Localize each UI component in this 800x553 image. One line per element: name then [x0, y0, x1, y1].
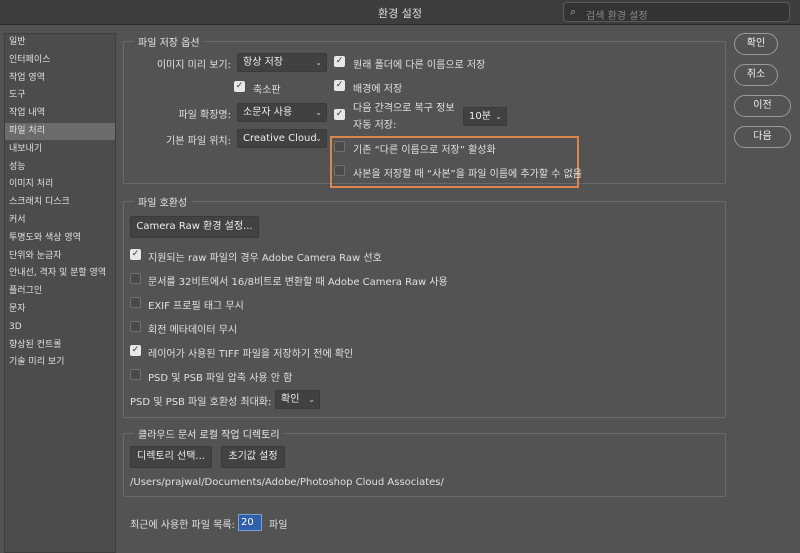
chevron-down-icon: ⌄	[308, 395, 315, 404]
extension-label: 파일 확장명:	[178, 110, 231, 121]
default-location-select[interactable]: Creative Cloud ⌄	[237, 129, 327, 148]
extension-select[interactable]: 소문자 사용 ⌄	[237, 103, 327, 122]
search-placeholder: 검색 환경 설정	[586, 11, 648, 22]
recent-files-label: 최근에 사용한 파일 목록:	[130, 520, 235, 531]
thumbnail-label: 축소판	[253, 85, 281, 96]
compat-option-checkbox[interactable]	[130, 369, 141, 380]
compat-option-checkbox[interactable]	[130, 321, 141, 332]
chevron-down-icon: ⌄	[315, 108, 322, 117]
sidebar-item[interactable]: 내보내기	[5, 141, 115, 158]
sidebar-item[interactable]: 커서	[5, 212, 115, 229]
camera-raw-settings-button[interactable]: Camera Raw 환경 설정...	[130, 216, 259, 238]
previous-button[interactable]: 이전	[734, 95, 791, 117]
maximize-compat-label: PSD 및 PSB 파일 호환성 최대화:	[130, 397, 272, 408]
sidebar-item[interactable]: 성능	[5, 159, 115, 176]
cancel-button[interactable]: 취소	[734, 64, 778, 86]
default-location-label: 기본 파일 위치:	[166, 136, 231, 147]
compat-option-checkbox[interactable]	[130, 297, 141, 308]
autosave-label-line2: 자동 저장:	[353, 120, 397, 131]
sidebar-item[interactable]: 플러그인	[5, 283, 115, 300]
sidebar-item[interactable]: 인터페이스	[5, 52, 115, 69]
legacy-save-as-label: 기존 “다른 이름으로 저장” 활성화	[353, 145, 496, 156]
chevron-down-icon: ⌄	[495, 112, 502, 121]
save-options-legend: 파일 저장 옵션	[134, 34, 204, 49]
compat-option-label: 회전 메타데이터 무시	[148, 325, 238, 336]
choose-directory-button[interactable]: 디렉토리 선택...	[130, 446, 212, 468]
compatibility-legend: 파일 호환성	[134, 194, 192, 209]
maximize-compat-value: 확인	[281, 394, 300, 405]
save-background-label: 배경에 저장	[353, 84, 403, 95]
autosave-label-line1: 다음 간격으로 복구 정보	[353, 103, 455, 114]
ok-button[interactable]: 확인	[734, 33, 778, 55]
thumbnail-checkbox[interactable]: ✓	[234, 81, 245, 92]
sidebar-item[interactable]: 파일 처리	[5, 123, 115, 140]
save-as-original-checkbox[interactable]: ✓	[334, 56, 345, 67]
recent-files-suffix: 파일	[269, 520, 288, 531]
search-input[interactable]: ⌕ 검색 환경 설정	[563, 2, 790, 22]
image-preview-select[interactable]: 항상 저장 ⌄	[237, 53, 327, 72]
extension-value: 소문자 사용	[243, 107, 293, 118]
sidebar-item[interactable]: 스크래치 디스크	[5, 194, 115, 211]
autosave-interval-value: 10분	[469, 111, 491, 122]
no-copy-suffix-checkbox[interactable]	[334, 165, 345, 176]
cloud-directory-path: /Users/prajwal/Documents/Adobe/Photoshop…	[130, 477, 444, 488]
image-preview-value: 항상 저장	[243, 57, 283, 68]
search-icon: ⌕	[570, 5, 577, 18]
sidebar-item[interactable]: 3D	[5, 319, 115, 336]
sidebar-item[interactable]: 기술 미리 보기	[5, 354, 115, 371]
compat-option-label: EXIF 프로필 태그 무시	[148, 301, 244, 312]
sidebar-item[interactable]: 향상된 컨트롤	[5, 337, 115, 354]
compat-option-label: 레이어가 사용된 TIFF 파일을 저장하기 전에 확인	[148, 349, 354, 360]
legacy-save-as-checkbox[interactable]	[334, 141, 345, 152]
chevron-down-icon: ⌄	[315, 134, 322, 143]
sidebar-item[interactable]: 투명도와 색상 영역	[5, 230, 115, 247]
compat-option-label: 문서를 32비트에서 16/8비트로 변환할 때 Adobe Camera Ra…	[148, 277, 448, 288]
sidebar-item[interactable]: 문자	[5, 301, 115, 318]
compat-option-checkbox[interactable]: ✓	[130, 249, 141, 260]
sidebar-item[interactable]: 도구	[5, 87, 115, 104]
recent-files-input[interactable]: 20	[238, 514, 262, 531]
compat-option-label: 지원되는 raw 파일의 경우 Adobe Camera Raw 선호	[148, 253, 382, 264]
chevron-down-icon: ⌄	[315, 58, 322, 67]
maximize-compat-select[interactable]: 확인 ⌄	[275, 390, 320, 409]
sidebar-item[interactable]: 단위와 눈금자	[5, 248, 115, 265]
sidebar-item[interactable]: 안내선, 격자 및 분할 영역	[5, 265, 115, 282]
sidebar-item[interactable]: 일반	[5, 34, 115, 51]
sidebar: 일반 인터페이스 작업 영역 도구 작업 내역 파일 처리 내보내기 성능 이미지 처리 스크래치…	[4, 33, 116, 553]
sidebar-item[interactable]: 작업 내역	[5, 105, 115, 122]
reset-directory-button[interactable]: 초기값 설정	[221, 446, 285, 468]
save-as-original-label: 원래 폴더에 다른 이름으로 저장	[353, 60, 486, 71]
compat-option-label: PSD 및 PSB 파일 압축 사용 안 함	[148, 373, 293, 384]
compat-option-checkbox[interactable]	[130, 273, 141, 284]
save-background-checkbox[interactable]: ✓	[334, 80, 345, 91]
image-preview-label: 이미지 미리 보기:	[156, 60, 231, 71]
title-bar: 환경 설정 ⌕ 검색 환경 설정	[0, 0, 800, 25]
autosave-checkbox[interactable]: ✓	[334, 109, 345, 120]
sidebar-item[interactable]: 이미지 처리	[5, 176, 115, 193]
sidebar-item[interactable]: 작업 영역	[5, 70, 115, 87]
default-location-value: Creative Cloud	[243, 133, 317, 144]
compat-option-checkbox[interactable]: ✓	[130, 345, 141, 356]
next-button[interactable]: 다음	[734, 126, 791, 148]
cloud-directory-legend: 클라우드 문서 로컬 작업 디렉토리	[134, 426, 284, 441]
no-copy-suffix-label: 사본을 저장할 때 “사본”을 파일 이름에 추가할 수 없음	[353, 169, 582, 180]
autosave-interval-select[interactable]: 10분 ⌄	[463, 107, 507, 126]
